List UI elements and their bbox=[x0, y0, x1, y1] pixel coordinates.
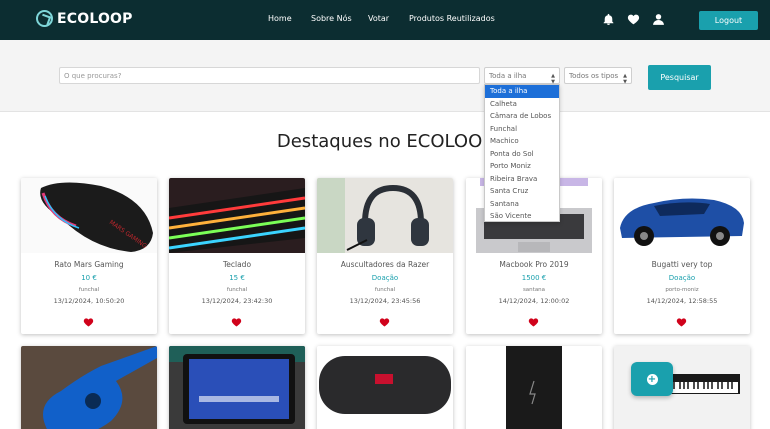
product-card[interactable]: MARS GAMING Rato Mars Gaming 10 € funcha… bbox=[21, 178, 157, 334]
product-date: 14/12/2024, 12:58:55 bbox=[646, 297, 718, 305]
product-location: funchal bbox=[374, 287, 396, 293]
product-price: 15 € bbox=[229, 274, 245, 282]
product-image-bugatti bbox=[614, 178, 750, 253]
add-product-button[interactable]: + bbox=[631, 362, 673, 396]
search-input[interactable]: O que procuras? bbox=[59, 67, 480, 84]
region-option[interactable]: São Vicente bbox=[485, 210, 559, 223]
product-image-guitar bbox=[21, 346, 157, 429]
favorite-heart-icon[interactable] bbox=[379, 317, 390, 327]
product-card[interactable]: Auscultadores da Razer Doação funchal 13… bbox=[317, 178, 453, 334]
product-location: porto-moniz bbox=[665, 287, 699, 293]
product-image-keyboard bbox=[169, 178, 305, 253]
region-option[interactable]: Câmara de Lobos bbox=[485, 110, 559, 123]
region-option[interactable]: Toda a ilha bbox=[485, 85, 559, 98]
region-option[interactable]: Machico bbox=[485, 135, 559, 148]
search-button[interactable]: Pesquisar bbox=[648, 65, 711, 90]
product-title: Teclado bbox=[222, 260, 252, 269]
nav-link-votar[interactable]: Votar bbox=[368, 14, 389, 23]
product-title: Bugatti very top bbox=[651, 260, 713, 269]
product-title: Macbook Pro 2019 bbox=[499, 260, 569, 269]
region-select[interactable]: Toda a ilha ▲ ▼ bbox=[484, 67, 560, 85]
plus-icon: + bbox=[646, 373, 658, 385]
product-location: funchal bbox=[226, 287, 248, 293]
region-option[interactable]: Santana bbox=[485, 198, 559, 211]
product-card[interactable] bbox=[21, 346, 157, 429]
product-price: Doação bbox=[668, 274, 696, 282]
product-price: 1500 € bbox=[521, 274, 547, 282]
type-select[interactable]: Todos os tipos ▲ ▼ bbox=[564, 67, 632, 85]
product-date: 14/12/2024, 12:00:02 bbox=[498, 297, 570, 305]
product-title: Auscultadores da Razer bbox=[340, 260, 430, 269]
product-image-headphones bbox=[317, 178, 453, 253]
favorite-heart-icon[interactable] bbox=[231, 317, 242, 327]
bell-icon[interactable] bbox=[602, 13, 615, 26]
product-card[interactable] bbox=[466, 346, 602, 429]
region-select-value: Toda a ilha bbox=[489, 71, 527, 80]
product-location: santana bbox=[522, 287, 546, 293]
nav-link-home[interactable]: Home bbox=[268, 14, 292, 23]
product-image-power-bank bbox=[466, 346, 602, 429]
product-price: 10 € bbox=[81, 274, 97, 282]
region-option[interactable]: Ponta do Sol bbox=[485, 148, 559, 161]
product-title: Rato Mars Gaming bbox=[54, 260, 124, 269]
product-date: 13/12/2024, 23:42:30 bbox=[201, 297, 273, 305]
search-bar: O que procuras? Toda a ilha ▲ ▼ Todos os … bbox=[0, 40, 770, 112]
heart-icon[interactable] bbox=[627, 13, 640, 26]
navbar: ECOLOOP Home Sobre Nós Votar Produtos Re… bbox=[0, 0, 770, 40]
product-date: 13/12/2024, 10:50:20 bbox=[53, 297, 125, 305]
product-card[interactable]: Teclado 15 € funchal 13/12/2024, 23:42:3… bbox=[169, 178, 305, 334]
product-card[interactable]: Bugatti very top Doação porto-moniz 14/1… bbox=[614, 178, 750, 334]
logout-button[interactable]: Logout bbox=[699, 11, 758, 30]
product-image-tablet bbox=[169, 346, 305, 429]
chevron-down-icon: ▲ ▼ bbox=[623, 73, 627, 85]
nav-link-produtos-reutilizados[interactable]: Produtos Reutilizados bbox=[409, 14, 495, 23]
product-image-speaker bbox=[317, 346, 453, 429]
region-dropdown-list: Toda a ilha Calheta Câmara de Lobos Func… bbox=[484, 84, 560, 222]
brand-name: ECOLOOP bbox=[57, 10, 133, 27]
ecoloop-logo-icon bbox=[36, 10, 53, 27]
region-option[interactable]: Funchal bbox=[485, 123, 559, 136]
product-price: Doação bbox=[371, 274, 399, 282]
product-location: funchal bbox=[78, 287, 100, 293]
favorite-heart-icon[interactable] bbox=[528, 317, 539, 327]
region-option[interactable]: Porto Moniz bbox=[485, 160, 559, 173]
nav-link-sobre-nos[interactable]: Sobre Nós bbox=[311, 14, 352, 23]
product-image-mouse: MARS GAMING bbox=[21, 178, 157, 253]
region-option[interactable]: Ribeira Brava bbox=[485, 173, 559, 186]
product-card[interactable] bbox=[169, 346, 305, 429]
product-date: 13/12/2024, 23:45:56 bbox=[349, 297, 421, 305]
favorite-heart-icon[interactable] bbox=[83, 317, 94, 327]
region-option[interactable]: Santa Cruz bbox=[485, 185, 559, 198]
type-select-value: Todos os tipos bbox=[569, 71, 619, 80]
user-icon[interactable] bbox=[652, 13, 665, 26]
page-title: Destaques no ECOLOOP bbox=[276, 131, 494, 152]
brand-logo[interactable]: ECOLOOP bbox=[36, 10, 133, 27]
product-card[interactable] bbox=[317, 346, 453, 429]
region-option[interactable]: Calheta bbox=[485, 98, 559, 111]
favorite-heart-icon[interactable] bbox=[676, 317, 687, 327]
